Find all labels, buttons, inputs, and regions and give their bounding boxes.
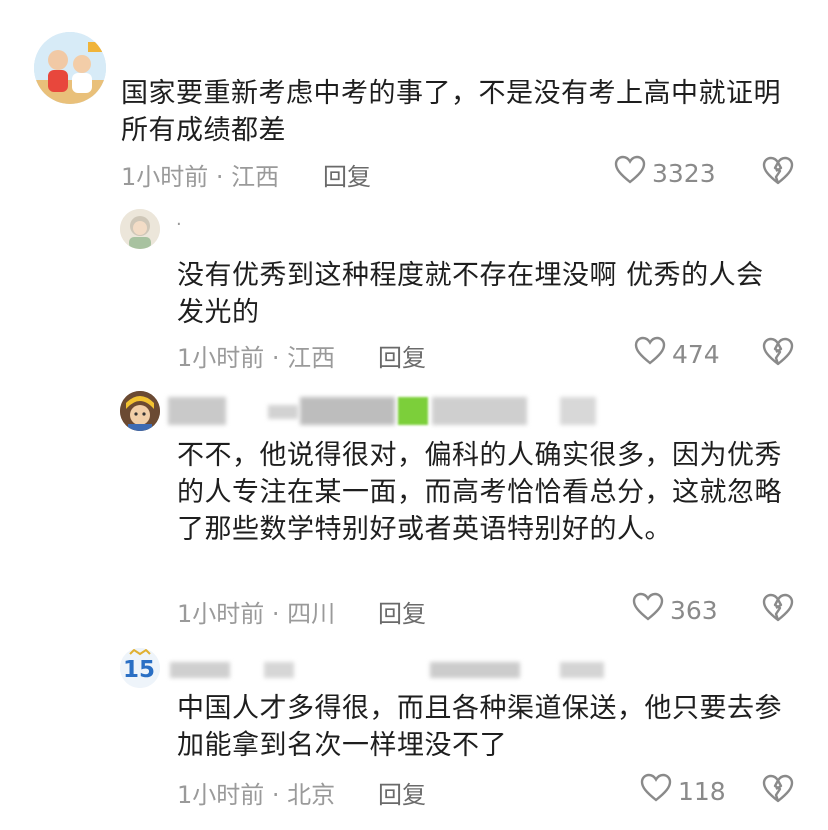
reply-button[interactable]: 回复 (378, 775, 426, 810)
like-count: 474 (672, 339, 720, 369)
like-button[interactable]: 3323 (614, 155, 716, 191)
like-button[interactable]: 363 (632, 592, 718, 628)
broken-heart-icon (762, 774, 794, 808)
dislike-button[interactable] (762, 774, 794, 808)
heart-outline-icon (632, 592, 664, 628)
comment-text: 不不，他说得很对，偏科的人确实很多，因为优秀的人专注在某一面，而高考恰恰看总分，… (177, 440, 782, 545)
reply-button[interactable]: 回复 (378, 338, 426, 373)
dislike-button[interactable] (762, 593, 794, 627)
username[interactable]: · (176, 214, 182, 235)
heart-outline-icon (640, 773, 672, 809)
heart-outline-icon (614, 155, 646, 191)
reply-button[interactable]: 回复 (323, 157, 371, 192)
avatar[interactable] (120, 391, 160, 431)
comment-text: 没有优秀到这种程度就不存在埋没啊 优秀的人会发光的 (177, 260, 764, 328)
comment-meta: 1小时前 · 江西 (121, 163, 280, 191)
avatar[interactable] (120, 209, 160, 249)
avatar-number: 15 (123, 657, 156, 683)
heart-outline-icon (634, 336, 666, 372)
broken-heart-icon (762, 337, 794, 371)
dislike-button[interactable] (762, 156, 794, 190)
avatar[interactable]: 15 (120, 648, 160, 688)
comment-text: 中国人才多得很，而且各种渠道保送，他只要去参加能拿到名次一样埋没不了 (177, 693, 782, 761)
like-count: 363 (670, 595, 718, 625)
comment-meta: 1小时前 · 北京 (177, 781, 336, 809)
comment-meta: 1小时前 · 四川 (177, 600, 336, 628)
reply-button[interactable]: 回复 (378, 594, 426, 629)
like-button[interactable]: 118 (640, 773, 726, 809)
like-button[interactable]: 474 (634, 336, 720, 372)
like-count: 3323 (652, 158, 716, 188)
avatar[interactable] (34, 32, 106, 104)
like-count: 118 (678, 776, 726, 806)
dislike-button[interactable] (762, 337, 794, 371)
broken-heart-icon (762, 593, 794, 627)
comment-text: 国家要重新考虑中考的事了，不是没有考上高中就证明所有成绩都差 (121, 78, 781, 146)
comment-meta: 1小时前 · 江西 (177, 344, 336, 372)
broken-heart-icon (762, 156, 794, 190)
